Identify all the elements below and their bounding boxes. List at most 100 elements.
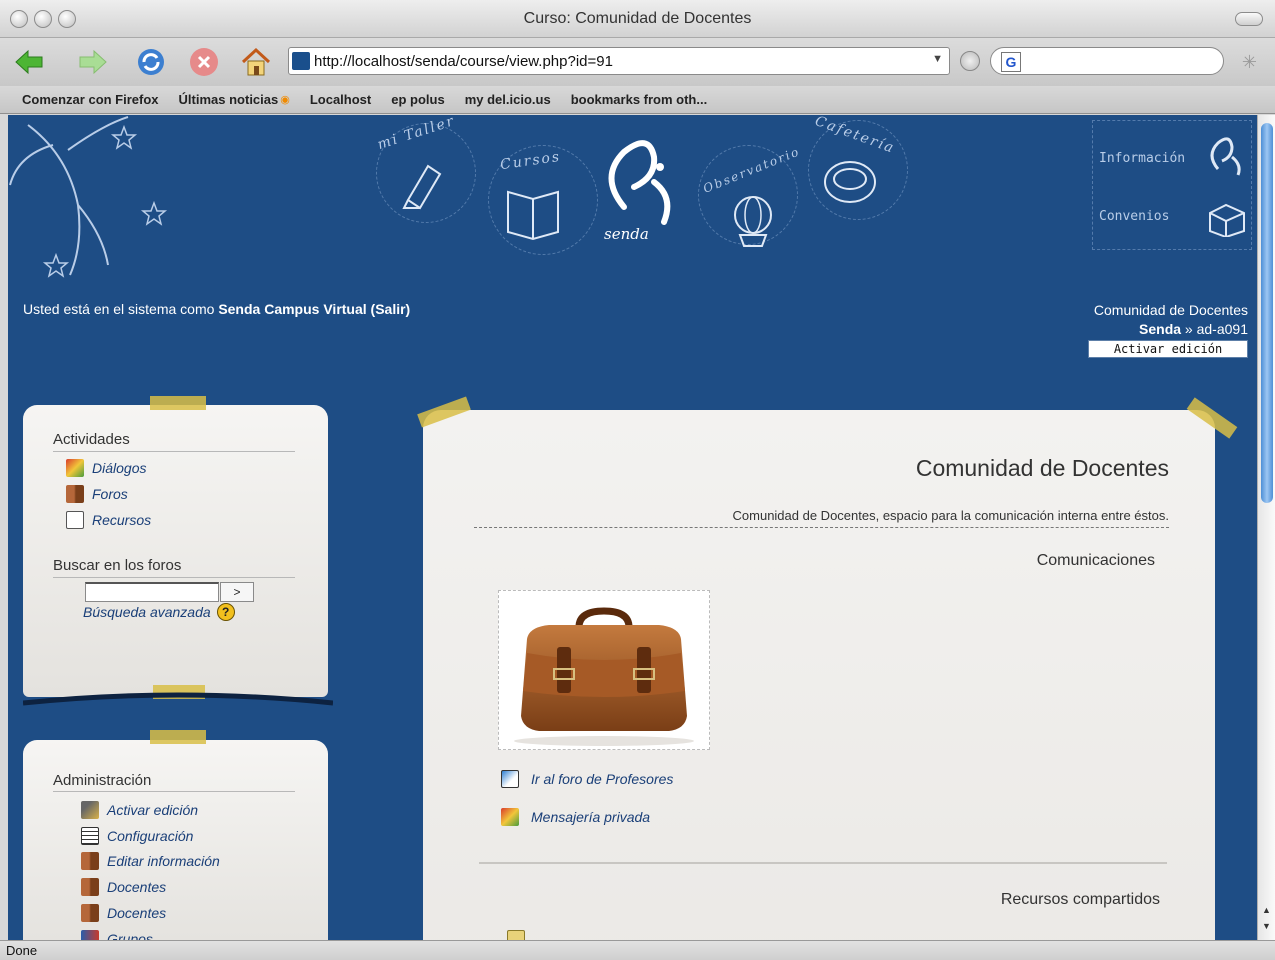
home-button[interactable] [240,46,272,78]
activity-recursos-link[interactable]: Recursos [66,511,151,529]
forum-search-input[interactable] [85,582,219,602]
activity-dialogos-link[interactable]: Diálogos [66,459,146,477]
admin-block: Administración Activar edición Configura… [23,730,328,940]
course-main-area: Comunidad de Docentes Comunidad de Docen… [423,410,1215,940]
fairy-illustration [9,116,168,278]
admin-grupos-link[interactable]: Grupos [81,930,153,940]
senda-logo-text: senda [604,225,649,243]
admin-label: Docentes [107,905,167,921]
pencil-icon [402,164,442,210]
activar-edicion-button[interactable]: Activar edición [1088,340,1248,358]
toolbar-toggle-button[interactable] [1235,12,1263,26]
resource-icon [66,511,84,529]
url-history-dropdown-icon[interactable]: ▼ [932,53,943,65]
forum-page-icon [501,770,519,788]
admin-label: Editar información [107,853,220,869]
admin-activar-edicion-link[interactable]: Activar edición [81,801,198,819]
section-comunicaciones-title: Comunicaciones [1036,552,1155,569]
navigation-toolbar: http://localhost/senda/course/view.php?i… [0,38,1275,86]
activity-label: Diálogos [92,460,147,476]
course-title: Comunidad de Docentes [915,455,1169,481]
admin-docentes-link[interactable]: Docentes [81,904,166,922]
site-favicon-icon [292,52,310,70]
user-profile-link[interactable]: Senda Campus Virtual [218,301,366,317]
rss-feed-icon: ◉ [280,94,290,106]
admin-editar-informacion-link[interactable]: Editar información [81,852,220,870]
back-button[interactable] [14,46,46,78]
url-bar[interactable]: http://localhost/senda/course/view.php?i… [288,47,950,75]
home-icon [241,47,271,76]
admin-title: Administración [53,772,152,789]
groups-icon [81,930,99,940]
window-titlebar: Curso: Comunidad de Docentes [0,0,1275,38]
settings-document-icon [81,827,99,845]
stop-button[interactable] [188,46,220,78]
messaging-icon [501,808,519,826]
activity-foro-profesores-link[interactable]: Ir al foro de Profesores [501,770,673,788]
globe-icon [734,196,772,247]
back-arrow-icon [15,49,43,75]
informacion-link[interactable]: Información [1099,151,1185,166]
admin-label: Grupos [107,931,153,940]
scroll-thumb[interactable] [1261,123,1273,503]
search-engine-field[interactable]: G [990,47,1224,75]
reload-icon [138,49,164,75]
folder-icon[interactable] [507,930,525,940]
window-title: Curso: Comunidad de Docentes [523,10,752,27]
status-bar: Done [0,940,1275,960]
breadcrumb: Comunidad de Docentes Senda » ad-a091 [1094,301,1248,339]
edit-icon [81,801,99,819]
admin-label: Activar edición [107,802,199,818]
dialogue-icon [66,459,84,477]
forum-search-button[interactable]: > [220,582,254,602]
help-icon[interactable]: ? [216,603,235,621]
course-name: Comunidad de Docentes [1093,302,1248,318]
activity-mensajeria-link[interactable]: Mensajería privada [501,808,650,826]
block-shadow-curve [23,692,333,706]
bookmark-item[interactable]: bookmarks from oth... [571,92,708,107]
breadcrumb-root-link[interactable]: Senda [1139,321,1181,337]
briefcase-image [514,607,694,746]
activity-spinner-icon: ✳ [1241,52,1257,72]
edit-info-icon [81,852,99,870]
forum-icon [66,485,84,503]
advanced-search: Búsqueda avanzada ? [83,603,235,621]
activity-label: Ir al foro de Profesores [531,771,674,787]
bookmark-item[interactable]: ep polus [391,92,444,107]
bookmark-item[interactable]: my del.icio.us [465,92,551,107]
bookmark-item[interactable]: Comenzar con Firefox [22,92,159,107]
scroll-up-arrow-icon[interactable]: ▲ [1262,905,1271,915]
bookmark-label: Últimas noticias [178,92,279,107]
login-info: Usted está en el sistema como Senda Camp… [23,301,410,317]
go-button[interactable] [960,51,980,71]
section-divider [479,862,1167,864]
reload-button[interactable] [135,46,167,78]
stop-icon [190,48,218,76]
status-text: Done [6,943,38,958]
course-description: Comunidad de Docentes, espacio para la c… [732,508,1169,523]
admin-label: Docentes [107,879,167,895]
vertical-scrollbar[interactable]: ▲ ▼ [1257,115,1275,940]
coffee-cup-icon [824,161,876,203]
scroll-down-arrow-icon[interactable]: ▼ [1262,921,1271,931]
info-swirl-icon [1210,137,1241,176]
advanced-search-link[interactable]: Búsqueda avanzada [83,604,211,620]
breadcrumb-current: ad-a091 [1196,321,1248,337]
forward-button[interactable] [76,46,108,78]
convenios-link[interactable]: Convenios [1099,209,1169,224]
section-image [498,590,710,750]
activity-label: Recursos [92,512,152,528]
bookmark-item[interactable]: Localhost [310,92,371,107]
google-search-icon[interactable]: G [1001,52,1021,72]
description-divider [474,527,1169,528]
logout-link[interactable]: (Salir) [371,301,411,317]
admin-docentes-link[interactable]: Docentes [81,878,166,896]
breadcrumb-separator: » [1184,321,1193,337]
activity-label: Foros [92,486,128,502]
admin-configuracion-link[interactable]: Configuración [81,827,193,845]
teachers-icon [81,878,99,896]
activities-rule [53,451,295,452]
bookmark-item[interactable]: Últimas noticias ◉ [179,92,290,107]
url-text: http://localhost/senda/course/view.php?i… [314,52,613,70]
activity-foros-link[interactable]: Foros [66,485,128,503]
